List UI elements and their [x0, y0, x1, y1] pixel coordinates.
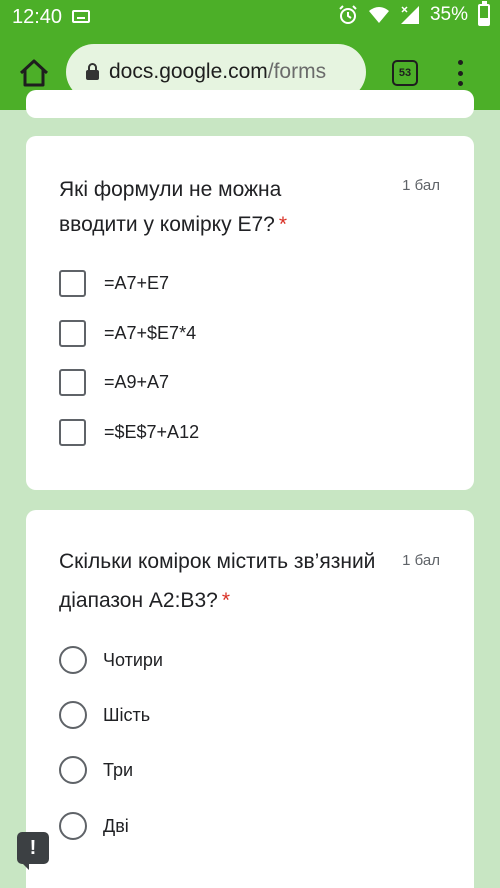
question-text: Скільки комірок містить зв’язний діапазо… [59, 550, 376, 612]
signal-icon [400, 6, 419, 24]
lock-icon [86, 63, 99, 80]
previous-question-card [26, 90, 474, 118]
clock-time: 12:40 [12, 6, 63, 28]
option-label: =A7+E7 [104, 272, 170, 293]
radio-button[interactable] [59, 701, 87, 729]
question-title: Які формули не можна вводити у комірку E… [59, 172, 359, 242]
url-path: /forms [267, 60, 327, 83]
question-points: 1 бал [402, 177, 440, 194]
battery-percent: 35% [429, 4, 468, 25]
radio-option-4[interactable]: Дві [59, 811, 129, 841]
wifi-icon [368, 7, 389, 23]
home-icon[interactable] [16, 55, 52, 91]
option-label: =A7+$E7*4 [104, 322, 197, 343]
option-label: Дві [103, 815, 129, 836]
status-bar: 12:40 35% [0, 0, 500, 36]
option-label: Чотири [103, 649, 163, 670]
status-icons: 35% [338, 1, 490, 26]
option-label: Три [103, 759, 134, 780]
option-label: =$E$7+A12 [104, 421, 200, 442]
question-text: Які формули не можна вводити у комірку E… [59, 178, 282, 236]
radio-option-1[interactable]: Чотири [59, 645, 163, 675]
battery-icon [478, 1, 490, 26]
question-card-1: Які формули не можна вводити у комірку E… [26, 136, 474, 490]
checkbox-option-4[interactable]: =$E$7+A12 [59, 417, 199, 447]
tab-switcher-button[interactable]: 53 [392, 60, 418, 86]
option-label: =A9+A7 [104, 371, 170, 392]
radio-option-3[interactable]: Три [59, 755, 133, 785]
required-mark: * [221, 589, 230, 612]
radio-button[interactable] [59, 812, 87, 840]
radio-option-2[interactable]: Шість [59, 700, 150, 730]
more-menu-icon[interactable] [450, 58, 470, 88]
question-card-2: Скільки комірок містить зв’язний діапазо… [26, 510, 474, 888]
checkbox[interactable] [59, 319, 86, 347]
required-mark: * [278, 213, 287, 236]
checkbox[interactable] [59, 418, 86, 446]
question-title: Скільки комірок містить зв’язний діапазо… [59, 542, 379, 620]
feedback-icon[interactable]: ! [17, 832, 49, 870]
keyboard-icon [72, 10, 90, 23]
checkbox[interactable] [59, 269, 86, 297]
url-host: docs.google.com [109, 60, 268, 83]
alarm-icon [339, 5, 357, 24]
question-points: 1 бал [402, 552, 440, 569]
option-label: Шість [103, 704, 151, 725]
checkbox-option-1[interactable]: =A7+E7 [59, 268, 169, 298]
checkbox-option-2[interactable]: =A7+$E7*4 [59, 318, 196, 348]
radio-button[interactable] [59, 646, 87, 674]
checkbox[interactable] [59, 368, 86, 396]
checkbox-option-3[interactable]: =A9+A7 [59, 367, 169, 397]
radio-button[interactable] [59, 756, 87, 784]
